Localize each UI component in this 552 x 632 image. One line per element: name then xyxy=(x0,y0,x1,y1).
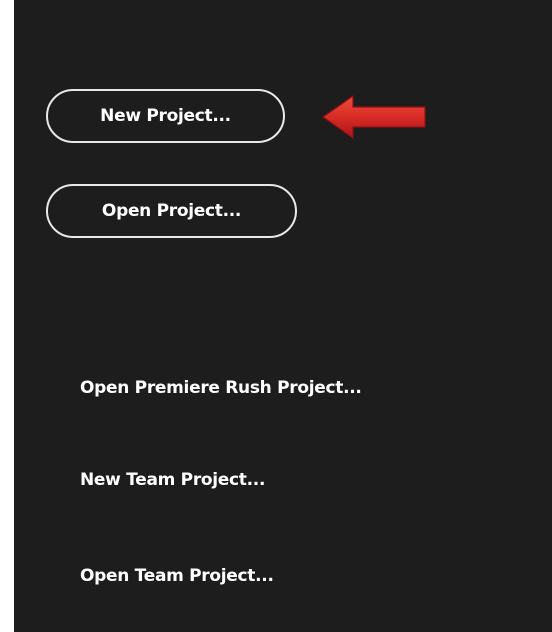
new-team-project-link[interactable]: New Team Project... xyxy=(80,470,265,490)
open-premiere-rush-project-link[interactable]: Open Premiere Rush Project... xyxy=(80,378,362,398)
new-project-button[interactable]: New Project... xyxy=(46,89,285,143)
new-project-label: New Project... xyxy=(100,106,231,126)
open-team-project-link[interactable]: Open Team Project... xyxy=(80,566,274,586)
open-project-button[interactable]: Open Project... xyxy=(46,184,297,238)
open-project-label: Open Project... xyxy=(101,201,242,221)
left-arrow-annotation-icon xyxy=(322,95,426,139)
